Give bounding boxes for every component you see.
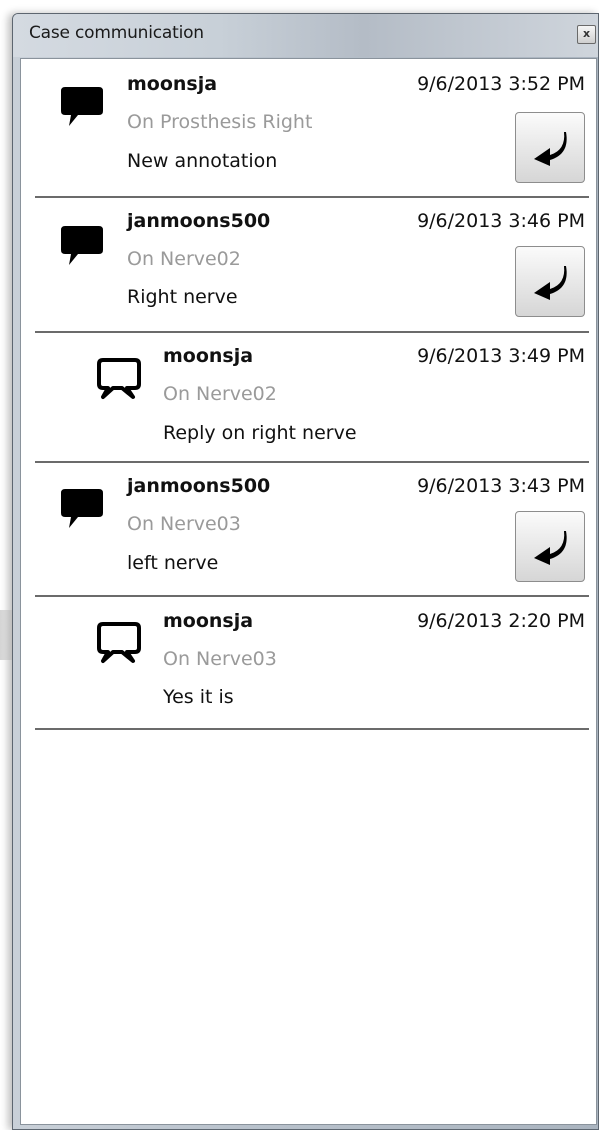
reply-entry: moonsja 9/6/2013 2:20 PM On Nerve03 Yes …: [35, 597, 595, 730]
comment-entry: janmoons500 9/6/2013 3:43 PM On Nerve03 …: [35, 463, 595, 597]
comment-message: Yes it is: [163, 686, 234, 708]
comment-message: Reply on right nerve: [163, 422, 357, 444]
comment-timestamp: 9/6/2013 3:43 PM: [417, 475, 585, 497]
comment-timestamp: 9/6/2013 3:52 PM: [417, 73, 585, 95]
speech-bubble-filled-icon: [61, 87, 103, 126]
comment-message: New annotation: [127, 150, 278, 172]
reply-button[interactable]: [515, 246, 585, 317]
comment-author: moonsja: [163, 345, 254, 367]
reply-arrow-icon: [534, 530, 567, 565]
comment-target: On Nerve03: [127, 513, 241, 535]
speech-bubble-outline-icon: [97, 358, 141, 399]
reply-entry: moonsja 9/6/2013 3:49 PM On Nerve02 Repl…: [35, 333, 595, 463]
comment-entry: moonsja 9/6/2013 3:52 PM On Prosthesis R…: [35, 59, 595, 198]
speech-bubble-filled-icon: [61, 489, 103, 528]
comment-timestamp: 9/6/2013 3:49 PM: [417, 345, 585, 367]
comment-target: On Prosthesis Right: [127, 111, 313, 133]
comment-target: On Nerve02: [163, 383, 277, 405]
reply-arrow-icon: [534, 131, 567, 166]
title-bar[interactable]: Case communication x: [13, 14, 598, 57]
comment-target: On Nerve02: [127, 248, 241, 270]
window-title: Case communication: [29, 23, 204, 43]
reply-button[interactable]: [515, 112, 585, 183]
comment-author: moonsja: [127, 73, 218, 95]
comment-entry: janmoons500 9/6/2013 3:46 PM On Nerve02 …: [35, 198, 595, 333]
comment-target: On Nerve03: [163, 648, 277, 670]
comment-timestamp: 9/6/2013 3:46 PM: [417, 210, 585, 232]
case-communication-window: Case communication x moonsja 9/6/2013 3:…: [12, 13, 599, 1130]
reply-button[interactable]: [515, 511, 585, 582]
comment-author: moonsja: [163, 610, 254, 632]
speech-bubble-outline-icon: [97, 622, 141, 663]
comment-message: Right nerve: [127, 286, 238, 308]
comment-message: left nerve: [127, 552, 219, 574]
comment-list: moonsja 9/6/2013 3:52 PM On Prosthesis R…: [20, 58, 597, 1125]
comment-timestamp: 9/6/2013 2:20 PM: [417, 610, 585, 632]
entry-separator: [35, 728, 589, 730]
speech-bubble-filled-icon: [61, 226, 103, 265]
comment-author: janmoons500: [127, 210, 271, 232]
reply-arrow-icon: [534, 265, 567, 300]
close-button[interactable]: x: [577, 25, 596, 44]
comment-author: janmoons500: [127, 475, 271, 497]
